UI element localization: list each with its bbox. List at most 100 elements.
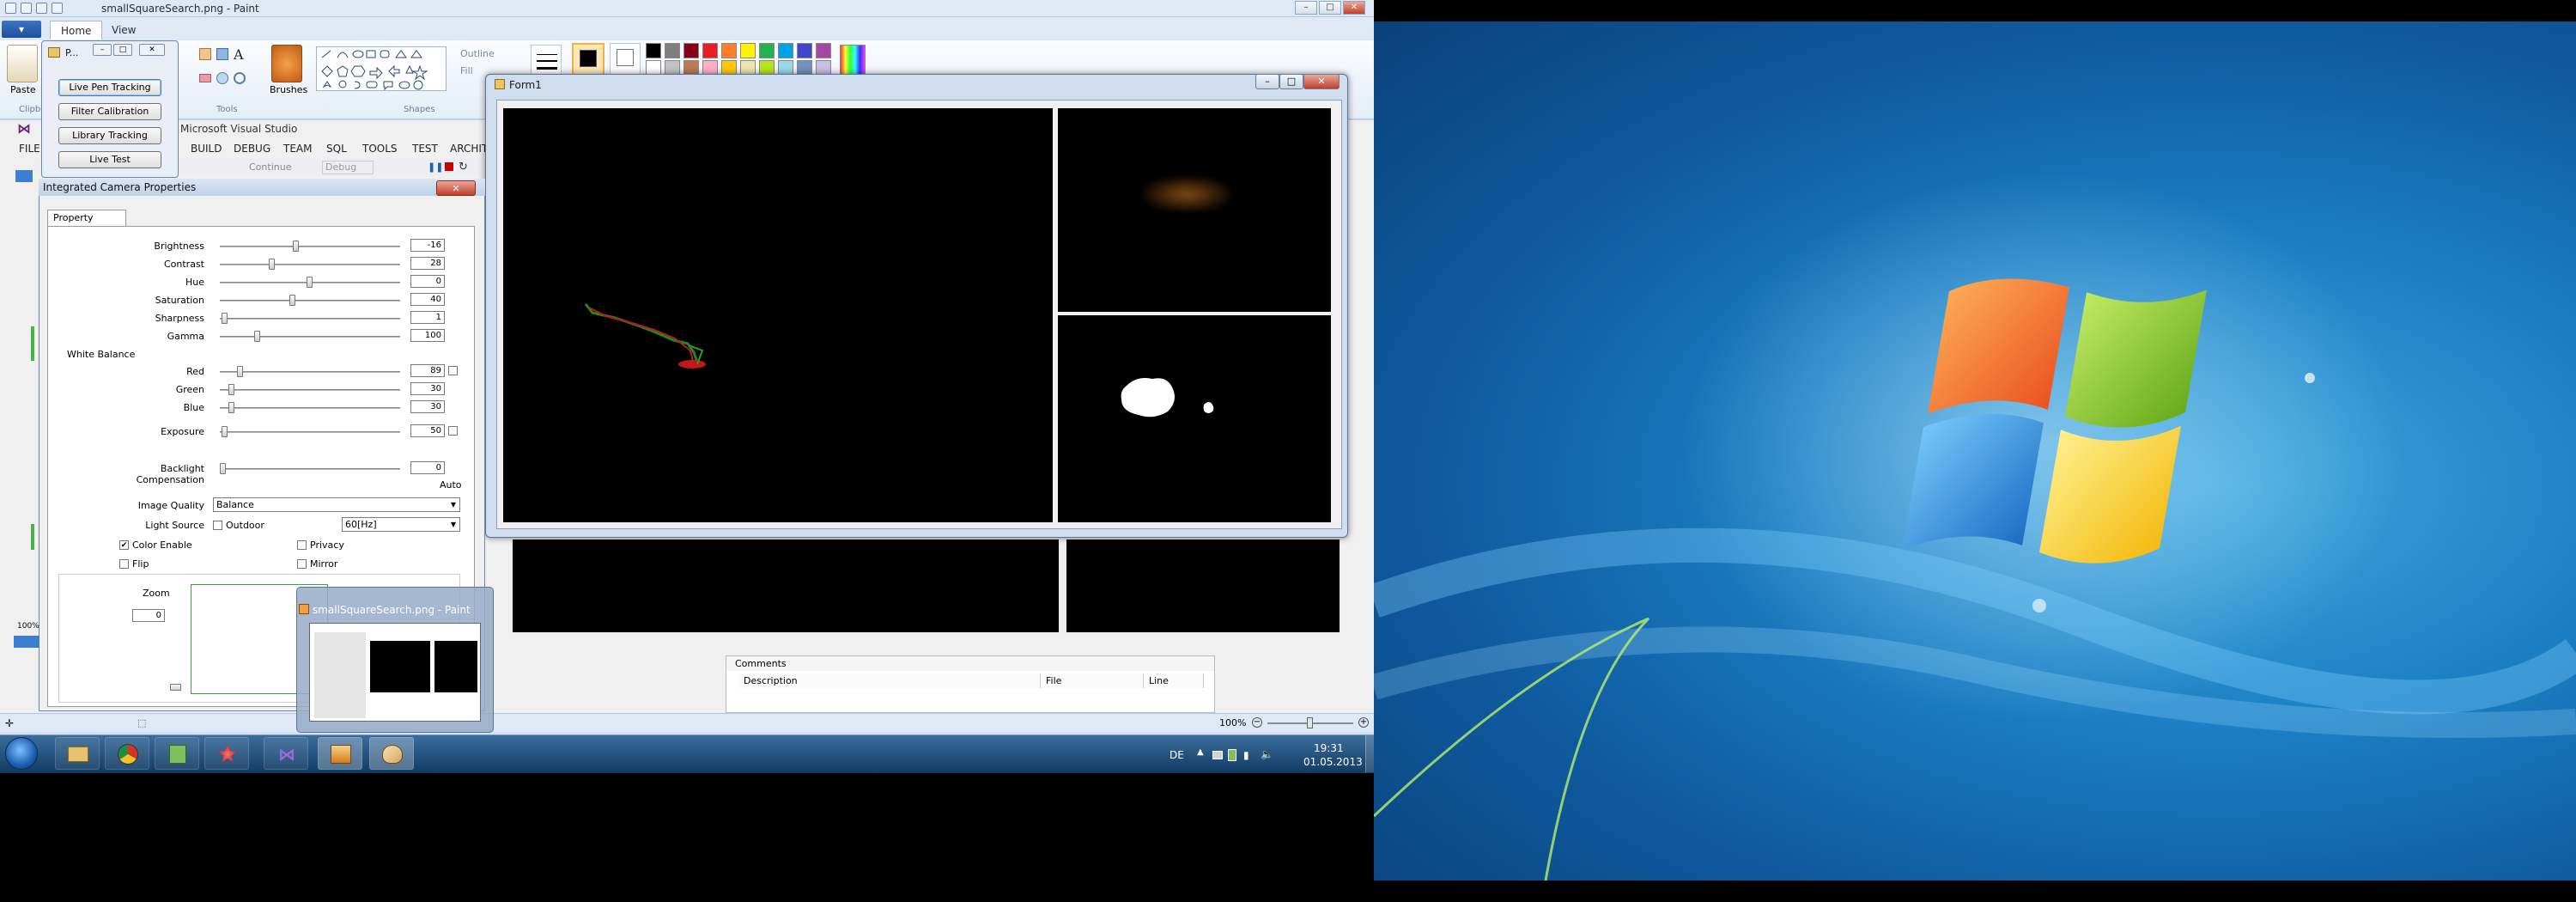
- slider-track-red[interactable]: [220, 371, 400, 373]
- comments-col-description[interactable]: Description: [738, 673, 1041, 688]
- clock-date[interactable]: 01.05.2013: [1303, 756, 1363, 768]
- battery-icon[interactable]: [1228, 749, 1236, 761]
- save-icon[interactable]: [21, 3, 32, 14]
- auto-checkbox-exposure[interactable]: [448, 426, 458, 436]
- privacy-checkbox[interactable]: [297, 540, 307, 550]
- color-swatch[interactable]: [797, 43, 812, 58]
- zoom-slider-thumb[interactable]: [1307, 717, 1313, 728]
- slider-thumb-blue[interactable]: [228, 402, 235, 413]
- zoom-in-icon[interactable]: +: [1358, 717, 1369, 728]
- slider-track-blue[interactable]: [220, 407, 400, 409]
- tracking-maximize-button[interactable]: □: [113, 44, 132, 56]
- slider-thumb-gamma[interactable]: [254, 331, 261, 342]
- notepad-taskbar-button[interactable]: [155, 737, 199, 770]
- mirror-checkbox[interactable]: [297, 559, 307, 569]
- tab-property-settings[interactable]: Property settings: [47, 210, 126, 239]
- comments-col-line[interactable]: Line: [1144, 673, 1204, 688]
- show-desktop-button[interactable]: [1365, 735, 1374, 772]
- slider-thumb-backlight compensation[interactable]: [220, 463, 226, 474]
- show-hidden-icons[interactable]: ▲: [1197, 747, 1204, 757]
- form-taskbar-button[interactable]: [318, 737, 362, 770]
- comments-col-file[interactable]: File: [1041, 673, 1144, 688]
- color-picker-icon[interactable]: [216, 72, 228, 84]
- value-box-red[interactable]: 89: [410, 364, 445, 377]
- zoom-out-icon[interactable]: −: [1252, 717, 1262, 728]
- output-tab[interactable]: [14, 636, 39, 648]
- brushes-icon[interactable]: [271, 45, 302, 82]
- maximize-button[interactable]: □: [1319, 1, 1341, 15]
- debug-config-dropdown[interactable]: Debug: [322, 161, 374, 174]
- magnifier-icon[interactable]: [234, 72, 246, 84]
- vs-menu-architecture[interactable]: ARCHIT: [450, 143, 488, 155]
- value-box-hue[interactable]: 0: [410, 275, 445, 288]
- slider-track-backlight compensation[interactable]: [220, 468, 400, 470]
- auto-checkbox-red[interactable]: [448, 366, 458, 375]
- close-button[interactable]: ✕: [1343, 1, 1365, 15]
- eraser-icon[interactable]: [199, 74, 211, 82]
- slider-thumb-brightness[interactable]: [292, 241, 299, 252]
- shapes-gallery[interactable]: [316, 46, 447, 91]
- image-quality-dropdown[interactable]: Balance ▼: [213, 497, 460, 512]
- slider-thumb-green[interactable]: [228, 384, 235, 395]
- color-swatch[interactable]: [683, 43, 699, 58]
- form1-maximize-button[interactable]: □: [1279, 74, 1303, 89]
- slider-thumb-red[interactable]: [237, 366, 244, 377]
- value-box-gamma[interactable]: 100: [410, 329, 445, 342]
- vs-menu-file[interactable]: FILE: [19, 143, 40, 155]
- stop-icon[interactable]: [445, 162, 453, 171]
- color-swatch[interactable]: [816, 43, 831, 58]
- light-source-dropdown[interactable]: 60[Hz] ▼: [342, 517, 460, 532]
- vs-menu-team[interactable]: TEAM: [283, 143, 312, 155]
- minimize-button[interactable]: –: [1295, 1, 1317, 15]
- slider-track-sharpness[interactable]: [220, 318, 400, 320]
- slider-thumb-saturation[interactable]: [289, 295, 295, 306]
- slider-track-contrast[interactable]: [220, 264, 400, 265]
- chrome-taskbar-button[interactable]: [105, 737, 149, 770]
- live-test-button[interactable]: Live Test: [58, 151, 161, 168]
- color2-selector[interactable]: [610, 43, 641, 77]
- live-pen-tracking-button[interactable]: Live Pen Tracking: [58, 79, 161, 96]
- clipboard-icon[interactable]: [7, 45, 38, 82]
- zoom-slider-thumb[interactable]: [170, 684, 181, 691]
- value-box-contrast[interactable]: 28: [410, 257, 445, 270]
- value-box-exposure[interactable]: 50: [410, 424, 445, 437]
- filter-calibration-button[interactable]: Filter Calibration: [58, 103, 161, 120]
- vs-menu-test[interactable]: TEST: [412, 143, 438, 155]
- fill-dropdown[interactable]: Fill: [460, 65, 473, 76]
- visual-studio-taskbar-button[interactable]: ⋈: [264, 737, 308, 770]
- slider-thumb-hue[interactable]: [307, 277, 313, 288]
- action-center-icon[interactable]: [1212, 751, 1223, 759]
- form1-minimize-button[interactable]: –: [1255, 74, 1279, 89]
- tracking-close-button[interactable]: ✕: [139, 44, 165, 56]
- tab-view[interactable]: View: [101, 21, 146, 40]
- fill-bucket-icon[interactable]: [216, 48, 228, 60]
- pencil-icon[interactable]: [199, 48, 211, 60]
- clock-time[interactable]: 19:31: [1314, 742, 1344, 754]
- network-icon[interactable]: ▮: [1243, 749, 1255, 761]
- slider-track-gamma[interactable]: [220, 336, 400, 338]
- color-swatch[interactable]: [702, 43, 718, 58]
- continue-button[interactable]: Continue: [249, 162, 291, 173]
- text-tool-icon[interactable]: A: [234, 46, 244, 63]
- library-tracking-button[interactable]: Library Tracking: [58, 127, 161, 144]
- vs-menu-sql[interactable]: SQL: [326, 143, 347, 155]
- color-swatch[interactable]: [665, 43, 680, 58]
- language-indicator[interactable]: DE: [1170, 749, 1184, 761]
- paint-app-icon[interactable]: [5, 3, 16, 14]
- pause-icon[interactable]: ❚❚: [428, 162, 443, 173]
- zoom-value[interactable]: 0: [132, 609, 165, 622]
- color-swatch[interactable]: [646, 43, 661, 58]
- vs-menu-build[interactable]: BUILD: [191, 143, 222, 155]
- color-swatch[interactable]: [778, 43, 793, 58]
- value-box-green[interactable]: 30: [410, 382, 445, 395]
- paint-taskbar-button[interactable]: [369, 737, 414, 770]
- color-swatch[interactable]: [759, 43, 775, 58]
- paint-menu-button[interactable]: ▾: [2, 21, 41, 38]
- slider-track-saturation[interactable]: [220, 300, 400, 302]
- value-box-brightness[interactable]: -16: [410, 239, 445, 252]
- slider-track-brightness[interactable]: [220, 246, 400, 247]
- camera-dialog-close-button[interactable]: ✕: [436, 180, 476, 196]
- vs-menu-debug[interactable]: DEBUG: [234, 143, 270, 155]
- slider-track-green[interactable]: [220, 389, 400, 391]
- restart-icon[interactable]: ↻: [459, 161, 468, 174]
